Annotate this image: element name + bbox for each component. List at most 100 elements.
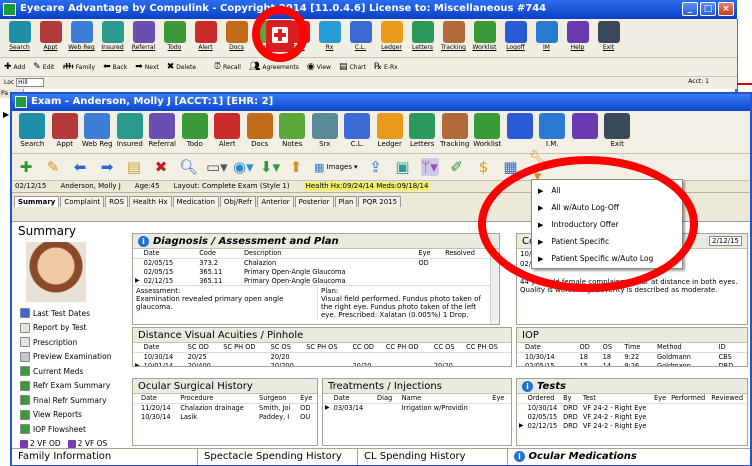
table-row[interactable]: ▶ 03/03/14 Irrigation w/Providin — [323, 403, 511, 412]
column-header[interactable]: SC OS — [268, 343, 305, 353]
ocular-meds-tab[interactable]: i Ocular Medications — [508, 449, 643, 465]
forward-arrow-icon[interactable]: ➡ — [98, 158, 116, 176]
column-header[interactable]: Surgeon — [257, 394, 299, 404]
view-eye-icon[interactable]: ◉▾ — [233, 158, 254, 176]
exam-title-bar[interactable]: Exam - Anderson, Molly J [ACCT:1] [EHR: … — [12, 94, 750, 111]
exam-tool-search[interactable]: Search — [16, 113, 49, 153]
link-last-test-dates[interactable]: Last Test Dates — [20, 306, 130, 321]
menu-item-patient-specific-w-auto-log[interactable]: ▶ Patient Specific w/Auto Log — [532, 250, 682, 267]
exam-tool-alert[interactable]: Alert — [211, 113, 244, 153]
column-header[interactable]: SC PH OD — [221, 343, 269, 353]
outer-tool-tracking[interactable]: Tracking — [438, 21, 469, 57]
tab-pqr-2015[interactable]: PQR 2015 — [358, 196, 402, 207]
table-row[interactable]: 10/30/14 Lasik Paddey, I OU — [133, 412, 317, 421]
column-header[interactable]: Time — [622, 343, 655, 353]
column-header[interactable]: Procedure — [178, 394, 258, 404]
outer-tool-exit[interactable]: Exit — [593, 21, 624, 57]
column-header[interactable]: Eye — [652, 394, 670, 404]
edit-pencil-icon[interactable]: ✎ — [44, 158, 62, 176]
outer-action-next[interactable]: ➡ Next — [135, 62, 159, 72]
outer-action-agreements[interactable]: 👥︎ Agreements — [249, 62, 299, 72]
outer-tool-search[interactable]: Search — [4, 21, 35, 57]
column-header[interactable]: Reviewed — [709, 394, 747, 404]
column-header[interactable]: ID — [716, 343, 747, 353]
tab-plan[interactable]: Plan — [334, 196, 358, 207]
table-row[interactable]: 10/30/14 20/25 20/20 — [133, 352, 511, 361]
tab-posterior[interactable]: Posterior — [294, 196, 334, 207]
download-icon[interactable]: ⬇▾ — [260, 158, 280, 176]
exam-tool-worklist[interactable]: Worklist — [471, 113, 504, 153]
outer-tool-web-reg[interactable]: Web Reg — [66, 21, 97, 57]
link-view-reports[interactable]: View Reports — [20, 408, 130, 423]
diagnosis-scrollbar[interactable] — [490, 249, 499, 324]
outer-tool-todo[interactable]: Todo — [159, 21, 190, 57]
column-header[interactable]: Eye — [416, 249, 444, 259]
calendar-icon[interactable]: ▤ — [125, 158, 143, 176]
close-button[interactable]: × — [718, 2, 734, 16]
outer-tool-rx[interactable]: Rx — [314, 21, 345, 57]
images-button[interactable]: ▦ Images ▾ — [314, 161, 358, 174]
outer-title-bar[interactable]: Eyecare Advantage by Compulink - Copyrig… — [0, 0, 737, 19]
column-header[interactable]: SC PH OS — [304, 343, 351, 353]
link-preview-examination[interactable]: Preview Examination — [20, 350, 130, 365]
print-icon[interactable]: ▭▾ — [206, 158, 228, 176]
tab-obj-refr[interactable]: Obj/Refr — [219, 196, 257, 207]
tab-medication[interactable]: Medication — [172, 196, 219, 207]
outer-tool-insured[interactable]: Insured — [97, 21, 128, 57]
outer-action-edit[interactable]: ✎ Edit — [33, 62, 54, 72]
tab-health-hx[interactable]: Health Hx — [128, 196, 172, 207]
link-refr-exam-summary[interactable]: Refr Exam Summary — [20, 379, 130, 394]
exam-tool-slot-15[interactable] — [504, 113, 537, 153]
column-header[interactable]: Eye — [298, 394, 317, 404]
link-report-by-test[interactable]: Report by Test — [20, 321, 130, 336]
exam-tool-exit[interactable]: Exit — [601, 113, 634, 153]
table-row[interactable]: ▶ 02/12/15 DRD VF 24-2 - Right Eye — [517, 421, 747, 430]
column-header[interactable]: CC PH OS — [464, 343, 511, 353]
exam-tool-docs[interactable]: Docs — [244, 113, 277, 153]
outer-tool-worklist[interactable]: Worklist — [469, 21, 500, 57]
exam-tool-srx[interactable]: Srx — [309, 113, 342, 153]
exam-tool-c-l[interactable]: C.L. — [341, 113, 374, 153]
info-icon[interactable]: i — [522, 380, 533, 392]
spectacle-spending-tab[interactable]: Spectacle Spending History — [198, 449, 358, 465]
table-row[interactable]: ▶ 10/01/14 20/400 20/200 20/20 20/20 — [133, 361, 511, 366]
column-header[interactable]: CC OD — [350, 343, 384, 353]
column-header[interactable]: Description — [241, 249, 417, 259]
column-header[interactable]: Date — [141, 249, 198, 259]
menu-item-all[interactable]: ▶ All — [532, 182, 682, 199]
exam-tool-tracking[interactable]: Tracking — [439, 113, 472, 153]
outer-action-add[interactable]: ✚ Add — [4, 62, 25, 72]
column-header[interactable]: Performed — [669, 394, 710, 404]
table-row[interactable]: 02/05/15 DRD VF 24-2 - Right Eye — [517, 412, 747, 421]
tab-summary[interactable]: Summary — [14, 196, 60, 207]
add-icon[interactable]: ✚ — [17, 158, 35, 176]
cl-spending-tab[interactable]: CL Spending History — [358, 449, 508, 465]
column-header[interactable]: CC PH OD — [383, 343, 432, 353]
outer-action-family[interactable]: 👪︎ Family — [62, 62, 95, 72]
delete-x-icon[interactable]: ✖ — [152, 158, 170, 176]
pen-icon[interactable]: ✐ — [448, 158, 466, 176]
link-prescription[interactable]: Prescription — [20, 335, 130, 350]
outer-tool-referral[interactable]: Referral — [128, 21, 159, 57]
health-history-badge[interactable]: Health Hx:09/24/14 Meds:09/18/14 — [303, 182, 431, 191]
exam-tool-referral[interactable]: Referral — [146, 113, 179, 153]
column-header[interactable]: OD — [577, 343, 601, 353]
exam-tool-notes[interactable]: Notes — [276, 113, 309, 153]
exam-tool-web-reg[interactable]: Web Reg — [81, 113, 114, 153]
menu-item-introductory-offer[interactable]: ▶ Introductory Offer — [532, 216, 682, 233]
table-row[interactable]: 10/30/14 DRD VF 24-2 - Right Eye — [517, 403, 747, 412]
letters-icon[interactable]: ▣ — [394, 158, 412, 176]
upload-icon[interactable]: ⬆ — [287, 158, 305, 176]
table-row[interactable]: ▶ 02/12/15 365.11 Primary Open-Angle Glauco… — [133, 276, 499, 285]
complaint-date-field[interactable]: 2/12/15 — [709, 236, 742, 246]
maximize-button[interactable]: □ — [700, 2, 716, 16]
link-current-meds[interactable]: Current Meds — [20, 364, 130, 379]
outer-action-view[interactable]: ◉ View — [307, 62, 331, 72]
outer-tool-ledger[interactable]: Ledger — [376, 21, 407, 57]
table-row[interactable]: 11/20/14 Chalazion drainage Smith, Joi OD — [133, 403, 317, 412]
dollar-icon[interactable]: $ — [475, 158, 493, 176]
column-header[interactable]: Date — [523, 343, 578, 353]
column-header[interactable]: Eye — [490, 394, 511, 404]
table-row[interactable]: 02/05/15 15 14 9:26 Goldmann DRD — [517, 361, 747, 367]
minimize-button[interactable]: _ — [682, 2, 698, 16]
